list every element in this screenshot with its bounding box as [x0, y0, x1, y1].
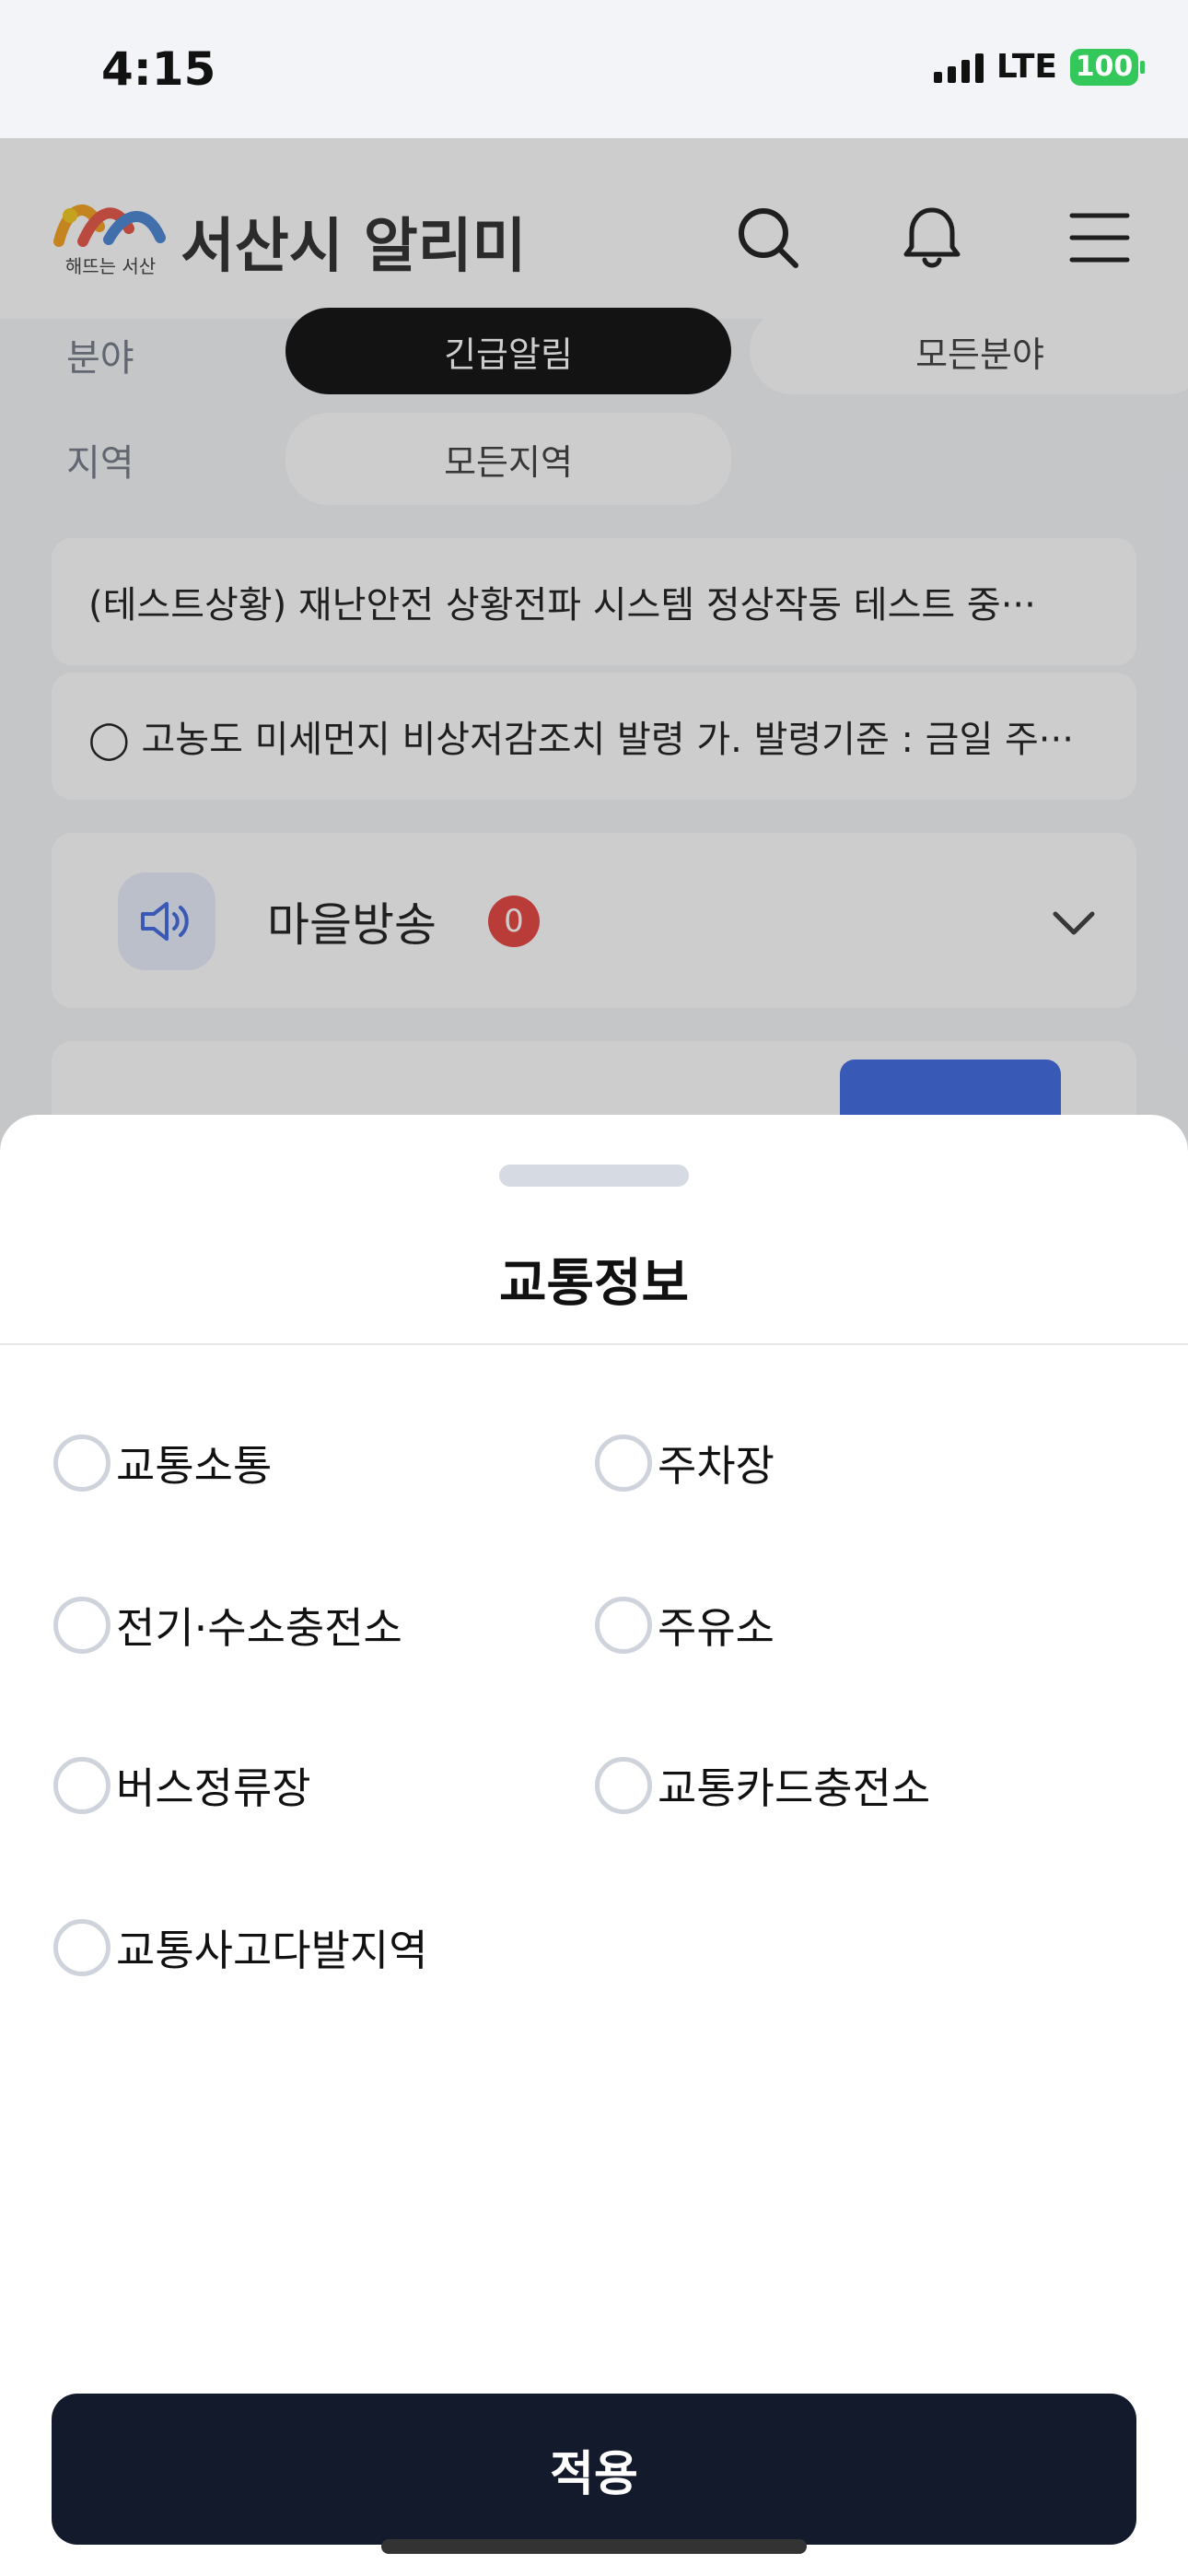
option-label: 주차장 — [658, 1441, 775, 1491]
option-label: 주유소 — [658, 1603, 775, 1653]
option-gas-station[interactable]: 주유소 — [595, 1588, 775, 1662]
radio-button[interactable] — [53, 1597, 111, 1654]
option-ev-hydrogen-charging[interactable]: 전기·수소충전소 — [53, 1588, 402, 1662]
option-label: 교통소통 — [116, 1441, 273, 1491]
option-label: 버스정류장 — [116, 1763, 311, 1813]
radio-button[interactable] — [53, 1919, 111, 1976]
sheet-divider — [0, 1343, 1188, 1345]
status-indicators: LTE 100 — [933, 48, 1145, 86]
option-traffic-flow[interactable]: 교통소통 — [53, 1426, 272, 1500]
home-indicator[interactable] — [381, 2539, 807, 2554]
sheet-grabber[interactable] — [499, 1165, 689, 1187]
radio-button[interactable] — [595, 1757, 652, 1814]
status-time: 4:15 — [101, 42, 216, 96]
network-type: LTE — [996, 48, 1057, 86]
traffic-info-sheet: 교통정보 교통소통 주차장 전기·수소충전소 주유소 버스정류장 교통카드충전소 — [0, 1115, 1188, 2576]
app-screen: 4:15 LTE 100 해뜨는 서산 서산시 알리미 분야 긴급알림 모든분야… — [0, 0, 1188, 2576]
radio-button[interactable] — [53, 1434, 111, 1492]
option-bus-stop[interactable]: 버스정류장 — [53, 1749, 311, 1822]
radio-button[interactable] — [595, 1597, 652, 1654]
option-label: 교통카드충전소 — [658, 1763, 931, 1813]
option-parking[interactable]: 주차장 — [595, 1426, 775, 1500]
option-transit-card-charging[interactable]: 교통카드충전소 — [595, 1749, 930, 1822]
battery-level: 100 — [1075, 51, 1134, 83]
option-accident-hotspot[interactable]: 교통사고다발지역 — [53, 1911, 428, 1985]
status-bar: 4:15 LTE 100 — [0, 0, 1188, 138]
signal-icon — [933, 52, 984, 83]
battery-icon: 100 — [1070, 48, 1145, 86]
option-label: 교통사고다발지역 — [116, 1926, 428, 1975]
radio-button[interactable] — [53, 1757, 111, 1814]
radio-button[interactable] — [595, 1434, 652, 1492]
option-label: 전기·수소충전소 — [116, 1603, 402, 1653]
apply-button[interactable]: 적용 — [52, 2394, 1136, 2545]
sheet-title: 교통정보 — [498, 1254, 690, 1314]
